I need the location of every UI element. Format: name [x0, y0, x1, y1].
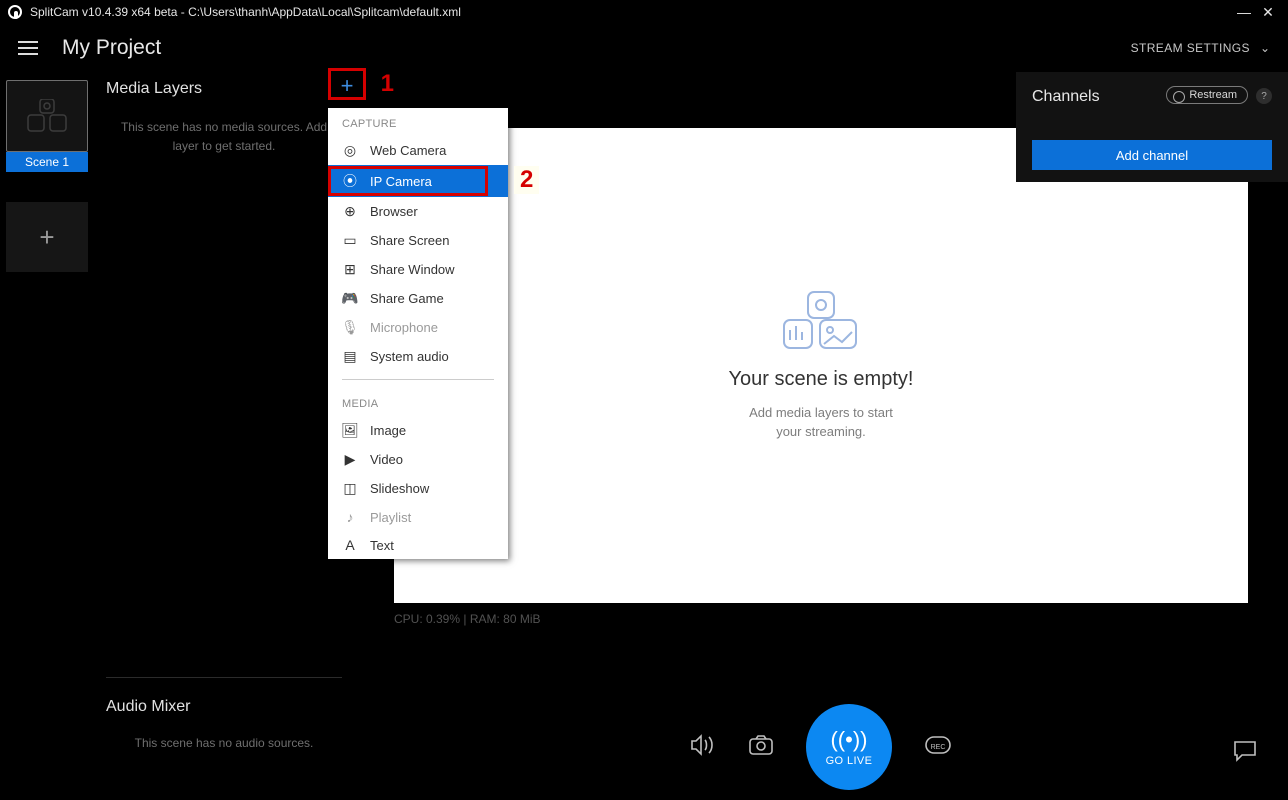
- image-icon: 🖼: [342, 422, 358, 439]
- broadcast-icon: ((•)): [830, 727, 867, 753]
- camera-icon[interactable]: [748, 734, 774, 761]
- menu-item-label: IP Camera: [370, 174, 432, 189]
- bottom-controls: ((•)) GO LIVE REC: [354, 704, 1288, 790]
- empty-scene-icon: [776, 290, 866, 350]
- menu-item-label: Image: [370, 423, 406, 438]
- menu-item-image[interactable]: 🖼 Image: [328, 416, 508, 445]
- menu-item-microphone[interactable]: 🎙 Microphone: [328, 313, 508, 342]
- chat-icon[interactable]: [1232, 739, 1258, 768]
- add-scene-button[interactable]: +: [6, 202, 88, 272]
- header: My Project STREAM SETTINGS ⌄: [0, 24, 1288, 72]
- channels-panel: Channels Restream ? Add channel: [1016, 72, 1288, 182]
- chevron-down-icon[interactable]: ⌄: [1260, 41, 1270, 55]
- menu-item-label: Share Game: [370, 291, 444, 306]
- help-icon[interactable]: ?: [1256, 88, 1272, 104]
- menu-item-label: Share Window: [370, 262, 455, 277]
- scene-placeholder-icon: [24, 99, 70, 133]
- close-button[interactable]: ✕: [1256, 4, 1280, 21]
- menu-item-label: System audio: [370, 349, 449, 364]
- ip-camera-icon: ⦿: [342, 171, 358, 191]
- media-layers-empty: This scene has no media sources. Add lay…: [106, 118, 342, 156]
- speaker-icon[interactable]: [690, 734, 716, 761]
- menu-item-video[interactable]: ▶ Video: [328, 445, 508, 474]
- microphone-icon: 🎙: [342, 319, 358, 336]
- audio-mixer-heading: Audio Mixer: [106, 698, 342, 716]
- app-logo-icon: [8, 5, 22, 19]
- add-layer-menu: CAPTURE ◎ Web Camera ⦿ IP Camera ⊕ Browser ▭ Sh…: [328, 108, 508, 559]
- menu-item-label: Text: [370, 538, 394, 553]
- menu-section-media: MEDIA: [328, 388, 508, 416]
- menu-item-slideshow[interactable]: ◫ Slideshow: [328, 474, 508, 503]
- menu-icon[interactable]: [18, 41, 38, 55]
- stream-settings-button[interactable]: STREAM SETTINGS: [1131, 41, 1250, 55]
- playlist-icon: ♪: [342, 509, 358, 525]
- scenes-column: Scene 1 +: [0, 72, 94, 800]
- menu-item-label: Slideshow: [370, 481, 429, 496]
- menu-section-capture: CAPTURE: [328, 108, 508, 136]
- menu-item-browser[interactable]: ⊕ Browser: [328, 197, 508, 226]
- menu-item-web-camera[interactable]: ◎ Web Camera: [328, 136, 508, 165]
- share-window-icon: ⊞: [342, 261, 358, 278]
- restream-button[interactable]: Restream: [1166, 86, 1248, 104]
- preview-canvas: Your scene is empty! Add media layers to…: [394, 128, 1248, 603]
- menu-item-text[interactable]: A Text: [328, 531, 508, 559]
- window-title: SplitCam v10.4.39 x64 beta - C:\Users\th…: [30, 5, 461, 19]
- menu-item-share-game[interactable]: 🎮 Share Game: [328, 284, 508, 313]
- project-title: My Project: [62, 36, 161, 60]
- menu-item-label: Share Screen: [370, 233, 450, 248]
- menu-item-ip-camera[interactable]: ⦿ IP Camera: [328, 165, 508, 197]
- browser-icon: ⊕: [342, 203, 358, 220]
- scene-label[interactable]: Scene 1: [6, 152, 88, 172]
- menu-item-label: Video: [370, 452, 403, 467]
- svg-text:REC: REC: [931, 744, 946, 751]
- minimize-button[interactable]: —: [1232, 4, 1256, 20]
- text-icon: A: [342, 537, 358, 553]
- preview-empty-title: Your scene is empty!: [729, 368, 914, 391]
- slideshow-icon: ◫: [342, 480, 358, 497]
- add-channel-button[interactable]: Add channel: [1032, 140, 1272, 170]
- menu-item-label: Browser: [370, 204, 418, 219]
- system-audio-icon: ▤: [342, 348, 358, 365]
- menu-item-share-screen[interactable]: ▭ Share Screen: [328, 226, 508, 255]
- menu-item-system-audio[interactable]: ▤ System audio: [328, 342, 508, 371]
- media-layers-panel: Media Layers This scene has no media sou…: [94, 72, 354, 800]
- preview-empty-subtitle: Add media layers to startyour streaming.: [749, 403, 893, 442]
- annotation-label-2: 2: [514, 166, 539, 194]
- scene-thumbnail[interactable]: [6, 80, 88, 152]
- record-icon[interactable]: REC: [924, 735, 952, 760]
- video-icon: ▶: [342, 451, 358, 468]
- menu-item-label: Microphone: [370, 320, 438, 335]
- go-live-button[interactable]: ((•)) GO LIVE: [806, 704, 892, 790]
- cpu-ram-status: CPU: 0.39% | RAM: 80 MiB: [394, 612, 541, 626]
- share-screen-icon: ▭: [342, 232, 358, 249]
- menu-item-label: Web Camera: [370, 143, 446, 158]
- titlebar: SplitCam v10.4.39 x64 beta - C:\Users\th…: [0, 0, 1288, 24]
- menu-item-playlist[interactable]: ♪ Playlist: [328, 503, 508, 531]
- share-game-icon: 🎮: [342, 290, 358, 307]
- menu-item-label: Playlist: [370, 510, 411, 525]
- menu-item-share-window[interactable]: ⊞ Share Window: [328, 255, 508, 284]
- media-layers-heading: Media Layers: [106, 80, 342, 98]
- audio-mixer-panel: Audio Mixer This scene has no audio sour…: [106, 677, 342, 750]
- audio-mixer-empty: This scene has no audio sources.: [106, 736, 342, 750]
- web-camera-icon: ◎: [342, 142, 358, 159]
